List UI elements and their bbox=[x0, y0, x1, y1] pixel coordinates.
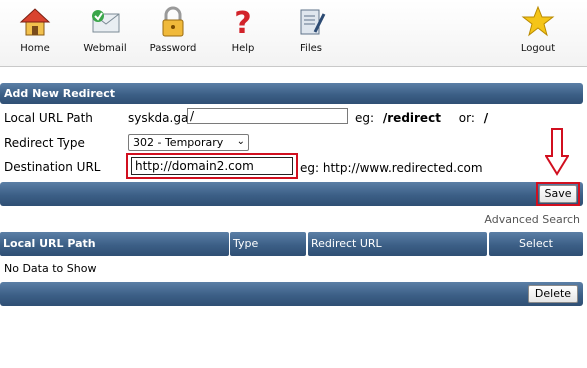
column-type[interactable]: Type bbox=[230, 232, 306, 256]
destination-example: eg: http://www.redirected.com bbox=[300, 161, 483, 175]
lock-icon bbox=[162, 6, 184, 37]
save-highlight bbox=[536, 182, 580, 206]
redirect-type-label: Redirect Type bbox=[4, 136, 85, 150]
files-label: Files bbox=[300, 43, 322, 54]
example-alt: / bbox=[483, 111, 489, 125]
local-url-domain: syskda.ga bbox=[128, 111, 189, 125]
local-url-input[interactable] bbox=[187, 108, 348, 124]
arrow-down-icon bbox=[545, 128, 569, 176]
files-icon bbox=[300, 9, 326, 35]
redirect-type-row: Redirect Type 302 - Temporary ⌄ bbox=[0, 131, 583, 155]
local-url-label: Local URL Path bbox=[4, 111, 93, 125]
house-icon bbox=[19, 8, 51, 36]
mail-icon bbox=[92, 10, 120, 33]
svg-text:?: ? bbox=[234, 6, 251, 40]
password-button[interactable]: Password bbox=[138, 4, 208, 54]
webmail-label: Webmail bbox=[83, 43, 127, 54]
files-button[interactable]: Files bbox=[276, 4, 346, 54]
home-label: Home bbox=[20, 43, 50, 54]
redirect-type-select[interactable]: 302 - Temporary ⌄ bbox=[128, 134, 249, 151]
logout-label: Logout bbox=[520, 43, 556, 54]
column-select[interactable]: Select bbox=[489, 232, 583, 256]
destination-input[interactable] bbox=[131, 157, 293, 175]
help-button[interactable]: ? Help bbox=[208, 4, 278, 54]
delete-bar bbox=[0, 282, 583, 306]
local-url-row: Local URL Path syskda.ga eg: /redirect o… bbox=[0, 106, 583, 130]
add-redirect-header: Add New Redirect bbox=[0, 83, 583, 104]
webmail-button[interactable]: Webmail bbox=[70, 4, 140, 54]
delete-button[interactable]: Delete bbox=[528, 285, 578, 303]
advanced-search-link[interactable]: Advanced Search bbox=[484, 213, 580, 226]
example-prefix: eg: bbox=[355, 111, 375, 125]
star-icon bbox=[521, 5, 555, 37]
local-url-example: eg: /redirect or: / bbox=[355, 111, 488, 125]
example-value: /redirect bbox=[382, 111, 441, 125]
column-local-url-path[interactable]: Local URL Path bbox=[0, 232, 229, 256]
chevron-down-icon: ⌄ bbox=[236, 136, 245, 147]
column-redirect-url[interactable]: Redirect URL bbox=[308, 232, 487, 256]
redirect-type-value: 302 - Temporary bbox=[133, 136, 224, 149]
password-label: Password bbox=[149, 43, 197, 54]
question-icon: ? bbox=[234, 6, 251, 40]
empty-state-text: No Data to Show bbox=[4, 262, 97, 275]
toolbar: Home Webmail Password ? Help Files Logou… bbox=[0, 0, 587, 67]
home-button[interactable]: Home bbox=[0, 4, 70, 54]
logout-button[interactable]: Logout bbox=[503, 4, 573, 54]
help-label: Help bbox=[231, 43, 255, 54]
destination-label: Destination URL bbox=[4, 160, 101, 174]
example-or: or: bbox=[458, 111, 475, 125]
save-bar bbox=[0, 182, 583, 206]
